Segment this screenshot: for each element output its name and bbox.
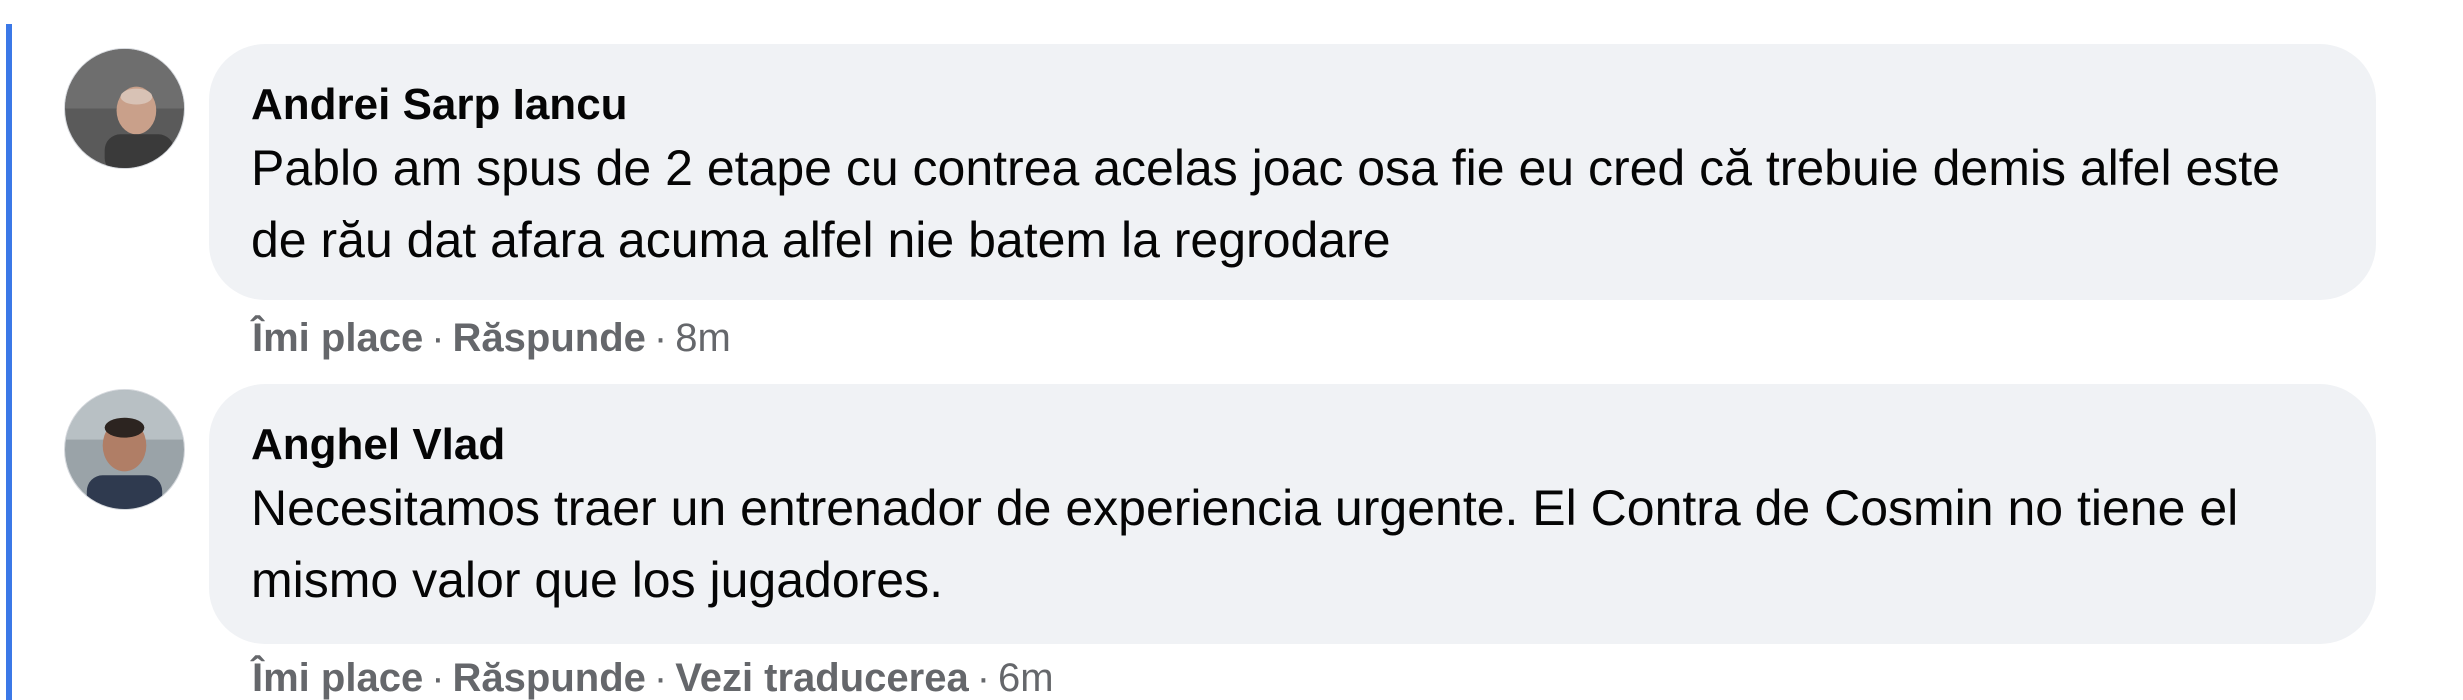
thread-line — [6, 24, 12, 700]
comment-actions: Îmi place · Răspunde · 8m — [252, 314, 731, 362]
reply-button[interactable]: Răspunde — [453, 656, 646, 700]
avatar[interactable] — [64, 389, 185, 510]
separator: · — [431, 316, 445, 360]
comment-bubble: Anghel Vlad Necesitamos traer un entrena… — [209, 384, 2376, 644]
separator: · — [431, 656, 445, 700]
comment-timestamp[interactable]: 6m — [998, 656, 1054, 700]
separator: · — [653, 656, 668, 700]
comment-author[interactable]: Anghel Vlad — [251, 418, 2334, 472]
avatar-photo-icon — [65, 390, 184, 509]
comment-timestamp[interactable]: 8m — [675, 316, 731, 360]
separator: · — [976, 656, 991, 700]
like-button[interactable]: Îmi place — [252, 656, 423, 700]
avatar[interactable] — [64, 48, 185, 169]
avatar-photo-icon — [65, 49, 184, 168]
comment-author[interactable]: Andrei Sarp Iancu — [251, 78, 2334, 132]
comment-text: Necesitamos traer un entrenador de exper… — [251, 480, 2239, 608]
comment-thread: Andrei Sarp Iancu Pablo am spus de 2 eta… — [0, 0, 2463, 700]
separator: · — [653, 316, 668, 360]
comment-text: Pablo am spus de 2 etape cu contrea acel… — [251, 140, 2280, 268]
see-translation-button[interactable]: Vezi traducerea — [675, 656, 969, 700]
reply-button[interactable]: Răspunde — [453, 316, 646, 360]
comment-actions: Îmi place · Răspunde · Vezi traducerea · 6m — [252, 654, 1054, 700]
comment-bubble: Andrei Sarp Iancu Pablo am spus de 2 eta… — [209, 44, 2376, 300]
like-button[interactable]: Îmi place — [252, 316, 423, 360]
